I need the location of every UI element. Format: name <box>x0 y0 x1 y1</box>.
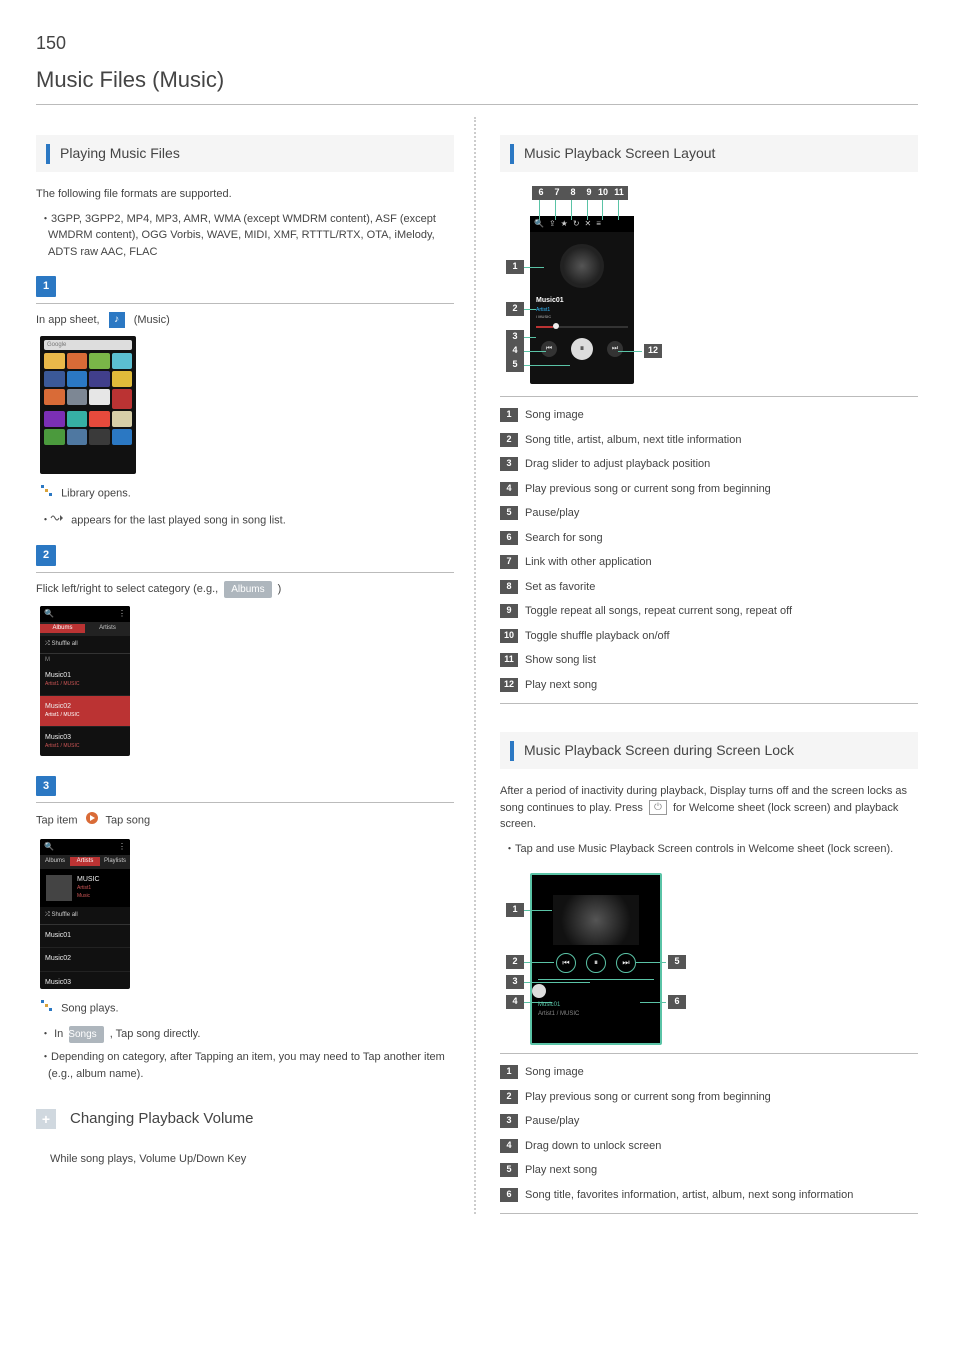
section-stripe <box>510 741 514 761</box>
left-column: Playing Music Files The following file f… <box>36 117 472 1214</box>
page-title: Music Files (Music) <box>36 63 918 96</box>
section-stripe <box>46 144 50 164</box>
step-1-bullet-text: appears for the last played song in song… <box>71 514 286 526</box>
prev-button[interactable]: ⏮ <box>541 341 557 357</box>
step-1-result: Library opens. <box>36 484 454 504</box>
plus-title: Changing Playback Volume <box>70 1108 253 1131</box>
title-underline <box>36 104 918 105</box>
next-button[interactable]: ⏭ <box>607 341 623 357</box>
app-sheet-screenshot: Google <box>40 336 136 474</box>
lock-legend: 1Song image 2Play previous song or curre… <box>500 1053 918 1214</box>
playback-slider[interactable] <box>536 326 628 328</box>
step-2-text: Flick left/right to select category (e.g… <box>36 581 454 598</box>
formats-intro: The following file formats are supported… <box>36 186 454 203</box>
step-2-text-b: ) <box>278 583 282 595</box>
step-1-text-b: (Music) <box>134 314 170 326</box>
album-detail-screenshot: 🔍 ⋮ Albums Artists Playlists MUSIC Artis… <box>40 839 130 989</box>
lock-screenshot: ⏮ ⏸ ⏭ Music01 Artist1 / MUSIC <box>530 873 662 1045</box>
lock-screen-body: After a period of inactivity during play… <box>500 783 918 833</box>
search-bar: Google <box>44 340 132 350</box>
step-1-bullet: appears for the last played song in song… <box>36 512 454 530</box>
playback-screenshot: 🔍 ⇪ ★ ↻ ✕ ≡ Music01 Artist1 / MUSIC <box>530 216 634 384</box>
section-title: Music Playback Screen during Screen Lock <box>524 740 794 761</box>
plus-icon: + <box>36 1109 56 1129</box>
section-lock-screen: Music Playback Screen during Screen Lock <box>500 732 918 769</box>
song-album: / MUSIC <box>536 314 628 320</box>
song-artist: Artist1 <box>536 307 628 315</box>
step-2-underline <box>36 572 454 573</box>
step-1-underline <box>36 303 454 304</box>
playback-legend: 1Song image 2Song title, artist, album, … <box>500 396 918 704</box>
section-title: Music Playback Screen Layout <box>524 143 715 164</box>
step-3-result: Song plays. <box>36 999 454 1019</box>
step-3-text-a: Tap item <box>36 815 81 827</box>
step-3-underline <box>36 802 454 803</box>
formats-list: 3GPP, 3GPP2, MP4, MP3, AMR, WMA (except … <box>36 211 454 261</box>
playback-diagram: 6 7 8 9 10 11 1 2 3 4 <box>500 186 780 386</box>
step-2-badge: 2 <box>36 545 56 566</box>
step-3-bullet-2: Depending on category, after Tapping an … <box>36 1049 454 1082</box>
section-playback-layout: Music Playback Screen Layout <box>500 135 918 172</box>
right-column: Music Playback Screen Layout 6 7 8 9 10 … <box>478 117 918 1214</box>
lock-prev-button[interactable]: ⏮ <box>556 953 576 973</box>
section-playing-music: Playing Music Files <box>36 135 454 172</box>
lock-next-button[interactable]: ⏭ <box>616 953 636 973</box>
favorite-icon[interactable]: ★ <box>561 218 568 230</box>
lock-pause-button[interactable]: ⏸ <box>586 953 606 973</box>
step-3-bullet-1: In Songs , Tap song directly. <box>36 1026 454 1043</box>
step-3-text-b: Tap song <box>106 815 151 827</box>
plus-section: + Changing Playback Volume <box>36 1108 454 1131</box>
step-3-bullet-1b: , Tap song directly. <box>110 1028 201 1040</box>
step-1-text-a: In app sheet, <box>36 314 103 326</box>
lock-song-image <box>553 895 639 945</box>
song-image <box>560 244 604 288</box>
section-title: Playing Music Files <box>60 143 180 164</box>
lock-diagram: 1 2 3 4 5 6 ⏮ ⏸ ⏭ <box>500 863 740 1043</box>
step-3-bullet-1a: In <box>54 1028 66 1040</box>
step-1-badge: 1 <box>36 276 56 297</box>
song-list-screenshot: 🔍 ⋮ Albums Artists ⤮ Shuffle all M Music… <box>40 606 130 756</box>
pause-button[interactable]: ⏸ <box>571 338 593 360</box>
next-arrow-icon <box>85 811 99 831</box>
page-number: 150 <box>36 30 918 57</box>
lock-screen-bullet: Tap and use Music Playback Screen contro… <box>500 841 918 858</box>
step-2-text-a: Flick left/right to select category (e.g… <box>36 583 221 595</box>
power-key-icon: ⏻ <box>649 800 667 815</box>
song-title: Music01 <box>536 296 628 307</box>
now-playing-icon <box>58 512 64 530</box>
step-3-text: Tap item Tap song <box>36 811 454 831</box>
step-1-text: In app sheet, ♪ (Music) <box>36 312 454 329</box>
result-icon <box>40 484 54 504</box>
plus-body: While song plays, Volume Up/Down Key <box>36 1141 454 1174</box>
repeat-icon[interactable]: ↻ <box>573 218 580 230</box>
songs-tag: Songs <box>69 1026 103 1043</box>
step-3-badge: 3 <box>36 776 56 797</box>
result-icon-2 <box>40 999 54 1019</box>
music-app-icon: ♪ <box>109 312 125 328</box>
albums-tag: Albums <box>224 581 271 598</box>
step-1-result-text: Library opens. <box>61 488 131 500</box>
step-3-result-text: Song plays. <box>61 1002 118 1014</box>
column-divider <box>474 117 476 1214</box>
list-icon[interactable]: ≡ <box>596 218 601 230</box>
unlock-drag[interactable] <box>532 984 660 998</box>
section-stripe <box>510 144 514 164</box>
